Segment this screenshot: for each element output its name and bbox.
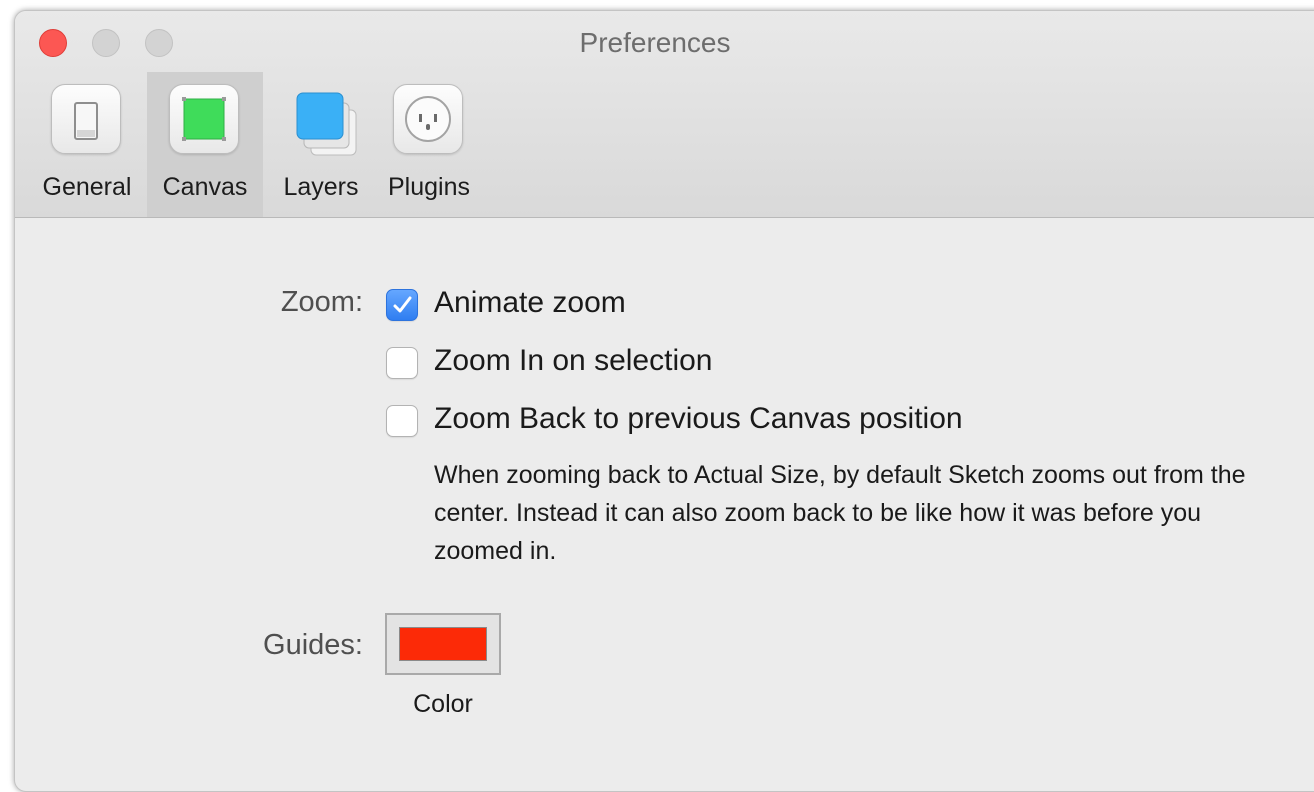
tab-plugins-label: Plugins (388, 173, 470, 201)
zoom-back-checkbox[interactable] (386, 405, 418, 437)
guides-color-well[interactable] (385, 613, 501, 675)
zoom-back-label[interactable]: Zoom Back to previous Canvas position (434, 402, 963, 436)
window-title: Preferences (579, 27, 731, 58)
zoom-label: Zoom: (280, 286, 363, 318)
zoom-in-on-selection-label[interactable]: Zoom In on selection (434, 344, 712, 378)
titlebar-toolbar: Preferences General Canvas Layers Plugin… (15, 11, 1314, 218)
checkmark-icon (393, 296, 412, 313)
animate-zoom-label[interactable]: Animate zoom (434, 286, 626, 320)
guides-color-caption: Color (413, 690, 473, 718)
canvas-preferences-pane: Zoom: Animate zoom Zoom In on selection … (15, 218, 1314, 791)
plug-socket-icon (391, 82, 467, 158)
layers-stack-icon (283, 82, 359, 158)
tab-canvas-label: Canvas (162, 173, 248, 201)
tab-layers[interactable]: Layers (263, 72, 379, 217)
guides-color-swatch (399, 627, 487, 661)
animate-zoom-checkbox[interactable] (386, 289, 418, 321)
light-switch-icon (49, 82, 125, 158)
tab-layers-label: Layers (283, 173, 359, 201)
canvas-artboard-icon (167, 82, 243, 158)
tab-plugins[interactable]: Plugins (371, 72, 487, 217)
guides-label: Guides: (263, 629, 363, 661)
zoom-back-help-text: When zooming back to Actual Size, by def… (434, 461, 1246, 565)
tab-general-label: General (42, 173, 132, 201)
preferences-window: Preferences General Canvas Layers Plugin… (14, 10, 1314, 792)
tab-general[interactable]: General (29, 72, 145, 217)
zoom-in-on-selection-checkbox[interactable] (386, 347, 418, 379)
tab-canvas[interactable]: Canvas (147, 72, 263, 217)
